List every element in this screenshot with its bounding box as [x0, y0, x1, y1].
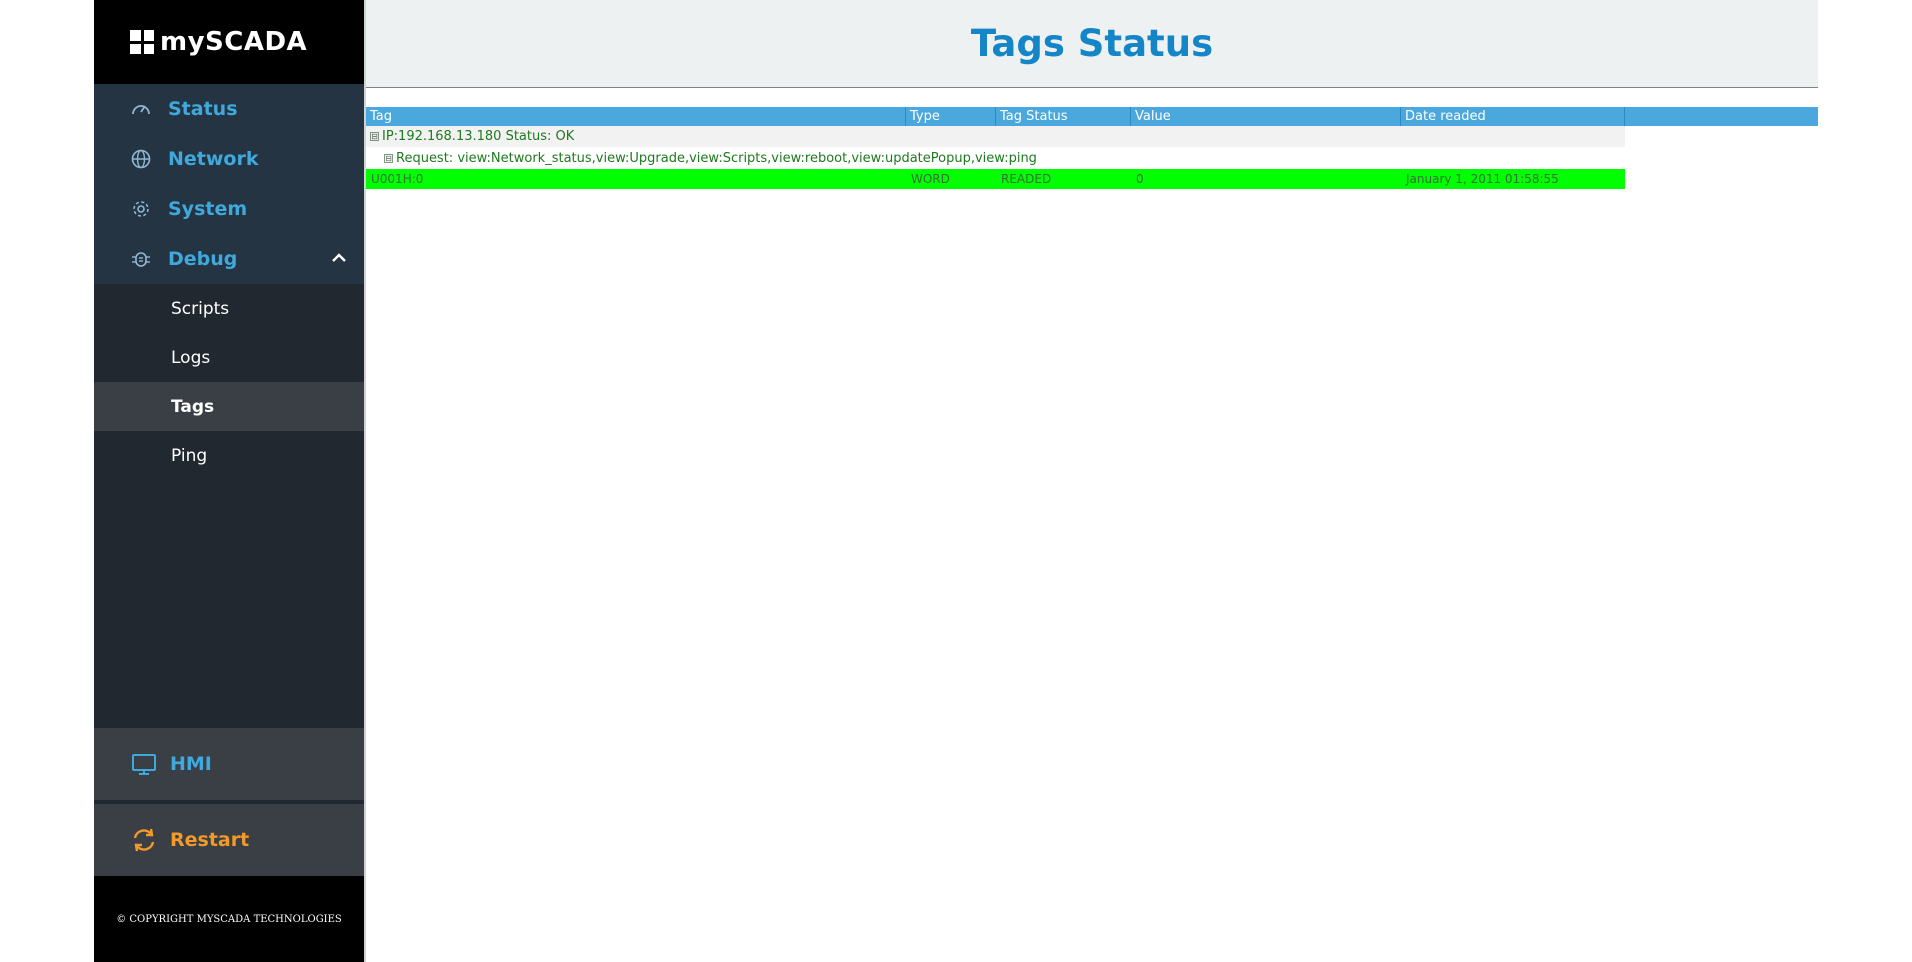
nav-main: Status Network System Debug [94, 84, 364, 284]
column-header-tag[interactable]: Tag [366, 107, 906, 126]
column-header-filler [1625, 107, 1818, 126]
group-row[interactable]: ⊟ IP:192.168.13.180 Status: OK [366, 126, 1625, 147]
gear-icon [130, 198, 152, 220]
sidebar-item-network[interactable]: Network [94, 134, 364, 184]
gauge-icon [130, 98, 152, 120]
restart-button[interactable]: Restart [94, 804, 364, 876]
sidebar-subitem-ping[interactable]: Ping [94, 431, 364, 480]
main-content: Tags Status Tag Type Tag Status Value Da… [364, 0, 1818, 962]
column-header-type[interactable]: Type [906, 107, 996, 126]
refresh-icon [130, 826, 158, 854]
cell-tag: U001H:0 [371, 172, 424, 186]
hmi-button[interactable]: HMI [94, 728, 364, 800]
brand-logo[interactable]: mySCADA [94, 0, 364, 84]
debug-subnav: Scripts Logs Tags Ping [94, 284, 364, 480]
table-row[interactable]: U001H:0 WORD READED 0 January 1, 2011 01… [366, 169, 1625, 189]
sidebar-item-label: Status [168, 98, 238, 120]
sidebar-subitem-logs[interactable]: Logs [94, 333, 364, 382]
cell-date: January 1, 2011 01:58:55 [1406, 172, 1559, 186]
request-row[interactable]: ⊟ Request: view:Network_status,view:Upgr… [366, 147, 1625, 169]
column-header-tag-status[interactable]: Tag Status [996, 107, 1131, 126]
sidebar-item-label: System [168, 198, 248, 220]
page-title: Tags Status [366, 0, 1818, 88]
sidebar-subitem-tags[interactable]: Tags [94, 382, 364, 431]
group-label: IP:192.168.13.180 Status: OK [382, 129, 575, 144]
cell-type: WORD [911, 172, 950, 186]
column-header-value[interactable]: Value [1131, 107, 1401, 126]
restart-label: Restart [170, 829, 250, 851]
cell-value: 0 [1136, 172, 1144, 186]
table-header: Tag Type Tag Status Value Date readed [366, 107, 1818, 126]
hmi-label: HMI [170, 753, 212, 775]
globe-icon [130, 148, 152, 170]
collapse-toggle-icon[interactable]: ⊟ [384, 153, 393, 163]
chevron-up-icon[interactable] [330, 249, 348, 272]
brand-name: mySCADA [160, 27, 308, 57]
monitor-icon [130, 750, 158, 778]
column-header-date-readed[interactable]: Date readed [1401, 107, 1625, 126]
windows-grid-icon [130, 30, 154, 54]
sidebar-item-status[interactable]: Status [94, 84, 364, 134]
sidebar: mySCADA Status Network System Debug Scri… [94, 0, 364, 962]
request-label: Request: view:Network_status,view:Upgrad… [396, 150, 1037, 166]
sidebar-item-label: Network [168, 148, 259, 170]
app-window: mySCADA Status Network System Debug Scri… [94, 0, 1818, 962]
collapse-toggle-icon[interactable]: ⊟ [370, 132, 379, 141]
sidebar-item-debug[interactable]: Debug [94, 234, 364, 284]
bug-icon [130, 248, 152, 270]
sidebar-item-label: Debug [168, 248, 238, 270]
tags-table: Tag Type Tag Status Value Date readed ⊟ … [366, 107, 1818, 189]
cell-status: READED [1001, 172, 1052, 186]
sidebar-subitem-scripts[interactable]: Scripts [94, 284, 364, 333]
sidebar-item-system[interactable]: System [94, 184, 364, 234]
copyright-footer: © COPYRIGHT MYSCADA TECHNOLOGIES [94, 876, 364, 962]
